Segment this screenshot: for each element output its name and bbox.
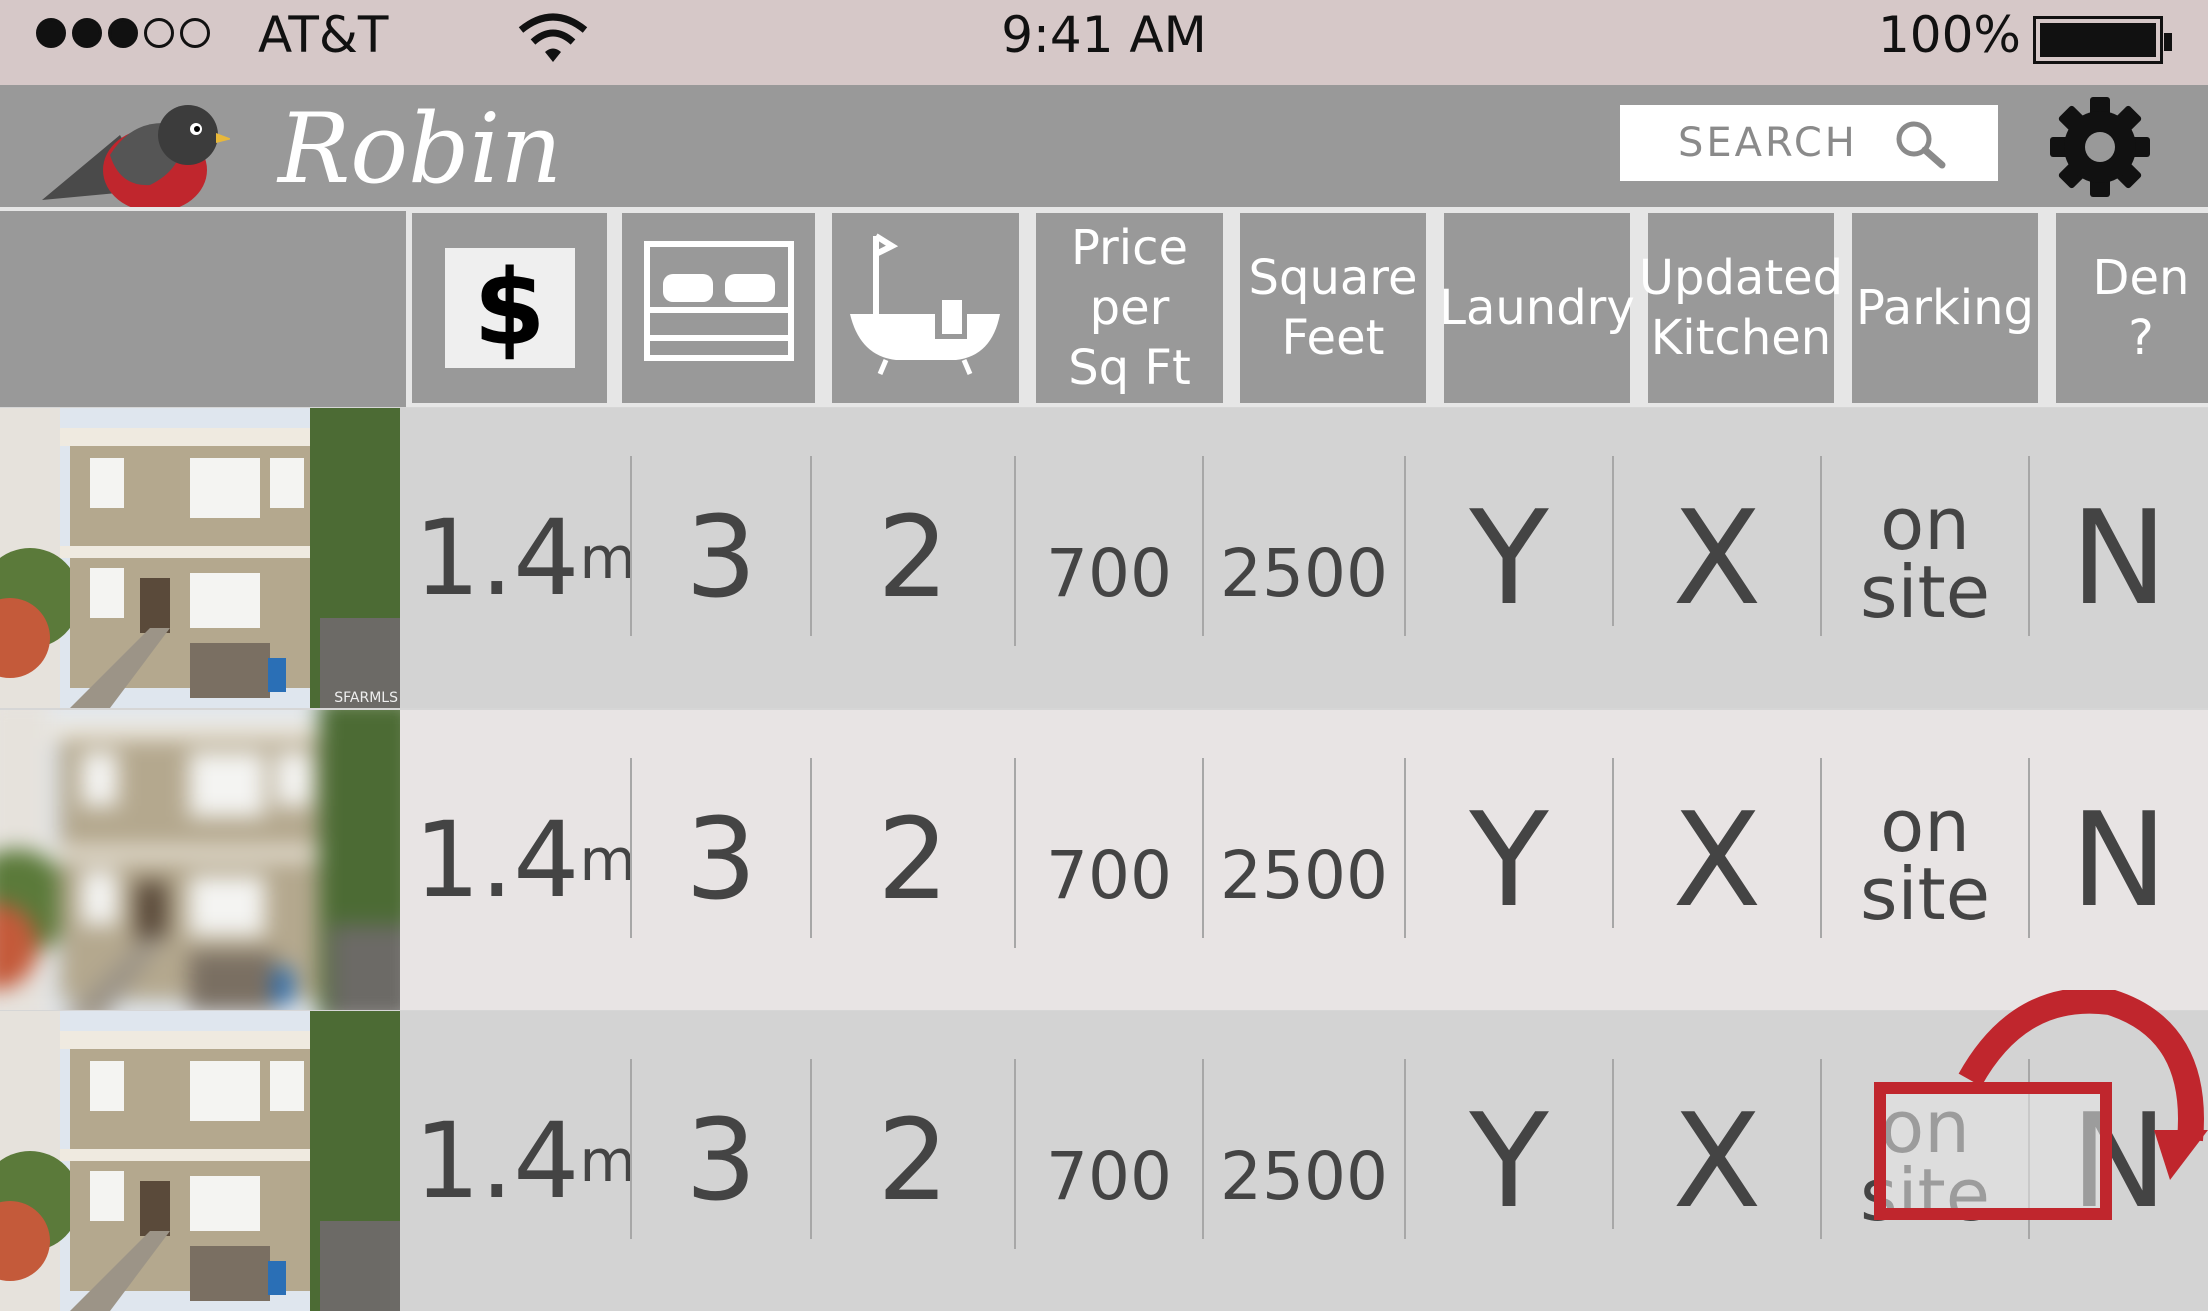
parking-cell: on site <box>1859 1084 1991 1237</box>
bed-icon <box>641 238 797 378</box>
status-time: 9:41 AM <box>1001 6 1207 64</box>
beds-cell: 3 <box>685 795 757 925</box>
price-per-sqft-cell: 700 <box>1046 836 1172 914</box>
house-photo[interactable] <box>0 1011 400 1311</box>
photo-column-header <box>0 211 406 407</box>
robin-logo-icon <box>40 95 232 219</box>
price-per-sqft-cell: 700 <box>1046 1137 1172 1215</box>
price-value: 1.4 <box>414 1100 580 1222</box>
price-value: 1.4 <box>414 497 580 619</box>
search-icon[interactable] <box>1894 119 1946 173</box>
laundry-cell: Y <box>1469 482 1549 634</box>
column-header-price[interactable]: $ <box>412 213 607 403</box>
price-cell: 1.4 m <box>414 710 636 1010</box>
dollar-icon: $ <box>444 247 575 369</box>
den-cell: N <box>2070 482 2168 634</box>
column-header-laundry[interactable]: Laundry <box>1439 213 1635 403</box>
column-header-parking[interactable]: Parking <box>1852 213 2038 403</box>
listing-row[interactable]: SFARMLS 1.4 m 3 2 700 2500 Y X on site N <box>0 408 2208 708</box>
price-unit: m <box>579 524 636 592</box>
listing-row[interactable]: 1.4 m 3 2 700 2500 Y X on site N <box>0 1011 2208 1311</box>
updated-kitchen-cell: X <box>1672 784 1762 936</box>
house-photo[interactable]: SFARMLS <box>0 408 400 708</box>
baths-cell: 2 <box>877 795 949 925</box>
column-header-baths[interactable] <box>832 213 1019 403</box>
price-unit: m <box>579 1127 636 1195</box>
parking-cell: on site <box>1859 783 1991 936</box>
app-title: Robin <box>278 93 563 205</box>
square-feet-cell: 2500 <box>1220 534 1388 612</box>
baths-cell: 2 <box>877 493 949 623</box>
parking-cell: on site <box>1859 481 1991 634</box>
column-label: Updated Kitchen <box>1638 250 1844 366</box>
house-photo[interactable] <box>0 710 400 1010</box>
listing-row[interactable]: 1.4 m 3 2 700 2500 Y X on site N <box>0 710 2208 1010</box>
price-cell: 1.4 m <box>414 408 636 708</box>
column-header-den[interactable]: Den ? <box>2056 213 2208 403</box>
square-feet-cell: 2500 <box>1220 1137 1388 1215</box>
column-header-bar: $ Price per Sq Ft Square Feet Laundry Up… <box>0 207 2208 407</box>
updated-kitchen-cell: X <box>1672 482 1762 634</box>
column-header-square-feet[interactable]: Square Feet <box>1240 213 1426 403</box>
beds-cell: 3 <box>685 493 757 623</box>
settings-gear-icon[interactable] <box>2048 95 2152 203</box>
baths-cell: 2 <box>877 1096 949 1226</box>
price-value: 1.4 <box>414 799 580 921</box>
price-per-sqft-cell: 700 <box>1046 534 1172 612</box>
laundry-cell: Y <box>1469 784 1549 936</box>
app-header: Robin SEARCH <box>0 85 2208 212</box>
status-bar: AT&T 9:41 AM 100% <box>0 0 2208 85</box>
column-label: Parking <box>1856 280 2034 336</box>
column-header-price-per-sqft[interactable]: Price per Sq Ft <box>1036 213 1223 403</box>
square-feet-cell: 2500 <box>1220 836 1388 914</box>
search-field[interactable]: SEARCH <box>1620 105 1998 181</box>
price-unit: m <box>579 826 636 894</box>
column-label: Laundry <box>1439 280 1635 336</box>
den-cell: N <box>2070 1085 2168 1237</box>
column-label: Price per Sq Ft <box>1068 220 1191 396</box>
price-cell: 1.4 m <box>414 1011 636 1311</box>
column-header-updated-kitchen[interactable]: Updated Kitchen <box>1639 213 1843 403</box>
photo-credit: SFARMLS <box>334 690 398 706</box>
laundry-cell: Y <box>1469 1085 1549 1237</box>
den-cell: N <box>2070 784 2168 936</box>
beds-cell: 3 <box>685 1096 757 1226</box>
column-label: Den ? <box>2092 250 2190 366</box>
updated-kitchen-cell: X <box>1672 1085 1762 1237</box>
column-header-beds[interactable] <box>622 213 815 403</box>
battery-icon <box>2033 16 2172 64</box>
column-label: Square Feet <box>1248 250 1418 366</box>
bathtub-icon <box>846 226 1006 390</box>
search-placeholder: SEARCH <box>1678 120 1858 166</box>
battery-percentage: 100% <box>1878 6 2021 64</box>
